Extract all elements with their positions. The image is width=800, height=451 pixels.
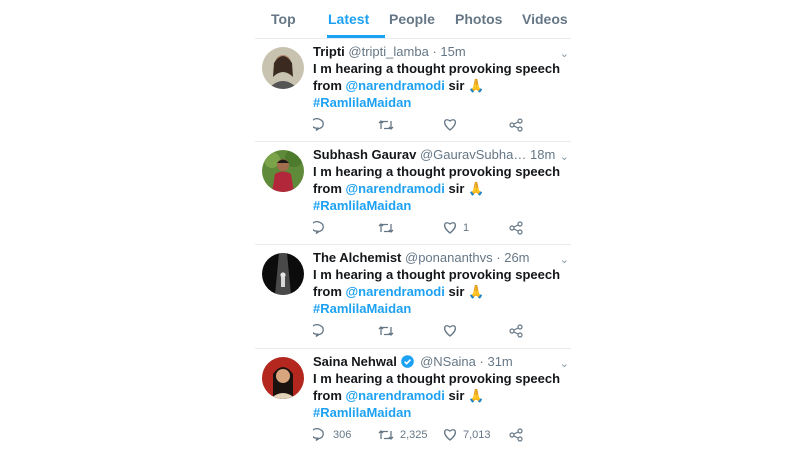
share-icon	[509, 221, 523, 235]
tweet-card[interactable]: Subhash Gaurav @GauravSubha… 18m ⌄ I m h…	[255, 141, 571, 245]
reply-button[interactable]	[313, 324, 333, 338]
author-handle[interactable]: @NSaina	[420, 354, 476, 369]
share-icon	[509, 118, 523, 132]
tweet-time[interactable]: · 26m	[496, 250, 529, 265]
tweet-actions: 306 2,325 7,013	[313, 428, 533, 444]
retweet-button[interactable]: 2,325	[378, 428, 428, 442]
like-button[interactable]: 7,013	[443, 428, 491, 441]
tweet-card[interactable]: Tripti @tripti_lamba · 15m ⌄ I m hearing…	[255, 38, 571, 142]
tweet-text: I m hearing a thought provoking speech f…	[313, 370, 563, 421]
share-button[interactable]	[509, 428, 523, 442]
avatar[interactable]	[262, 47, 304, 89]
author-name[interactable]: Tripti	[313, 44, 345, 59]
reply-icon	[313, 428, 324, 442]
retweet-icon	[378, 430, 394, 440]
chevron-down-icon[interactable]: ⌄	[560, 357, 569, 370]
tab-bar: Top Latest People Photos Videos	[255, 0, 571, 39]
retweet-button[interactable]	[378, 221, 400, 235]
heart-icon	[444, 325, 456, 337]
like-button[interactable]	[443, 324, 463, 337]
retweet-count: 2,325	[400, 429, 428, 441]
reply-icon	[313, 324, 324, 338]
like-count: 1	[463, 221, 470, 234]
reply-button[interactable]	[313, 221, 333, 235]
tweet-time[interactable]: 18m	[530, 147, 555, 162]
retweet-icon	[378, 120, 394, 130]
tweet-time[interactable]: · 31m	[480, 354, 513, 369]
tweet-header: Subhash Gaurav @GauravSubha… 18m	[313, 147, 563, 162]
hashtag-link[interactable]: #RamlilaMaidan	[313, 95, 411, 110]
retweet-button[interactable]	[378, 324, 400, 338]
verified-badge-icon	[401, 355, 415, 368]
tab-people[interactable]: People	[389, 11, 435, 27]
tweet-actions	[313, 118, 533, 134]
hashtag-link[interactable]: #RamlilaMaidan	[313, 301, 411, 316]
author-handle[interactable]: @ponananthvs	[405, 250, 493, 265]
mention-link[interactable]: @narendramodi	[346, 78, 445, 93]
tweet-text-part: sir 🙏	[444, 388, 485, 403]
share-button[interactable]	[509, 324, 523, 338]
hashtag-link[interactable]: #RamlilaMaidan	[313, 405, 411, 420]
share-button[interactable]	[509, 221, 523, 235]
heart-icon	[444, 429, 456, 441]
retweet-icon	[378, 223, 394, 233]
avatar[interactable]	[262, 253, 304, 295]
reply-button[interactable]	[313, 118, 333, 132]
tweet-text: I m hearing a thought provoking speech f…	[313, 60, 563, 111]
tweet-text: I m hearing a thought provoking speech f…	[313, 266, 563, 317]
author-name[interactable]: Saina Nehwal	[313, 354, 397, 369]
mention-link[interactable]: @narendramodi	[346, 284, 445, 299]
share-button[interactable]	[509, 118, 523, 132]
mention-link[interactable]: @narendramodi	[346, 388, 445, 403]
search-results-column: Top Latest People Photos Videos Tripti @…	[255, 0, 571, 451]
author-handle[interactable]: @tripti_lamba	[348, 44, 428, 59]
tweet-card[interactable]: Saina Nehwal @NSaina · 31m ⌄ I m hearing…	[255, 348, 571, 451]
tweet-text: I m hearing a thought provoking speech f…	[313, 163, 563, 214]
tweet-card[interactable]: The Alchemist @ponananthvs · 26m ⌄ I m h…	[255, 244, 571, 349]
author-handle[interactable]: @GauravSubha…	[420, 147, 526, 162]
retweet-icon	[378, 326, 394, 336]
tab-top[interactable]: Top	[271, 11, 296, 27]
tweet-header: Tripti @tripti_lamba · 15m	[313, 44, 563, 59]
tab-latest[interactable]: Latest	[328, 11, 369, 27]
reply-icon	[313, 118, 324, 132]
tweet-header: Saina Nehwal @NSaina · 31m	[313, 354, 563, 369]
tweet-time[interactable]: · 15m	[432, 44, 465, 59]
tweet-text-part: sir 🙏	[444, 181, 485, 196]
reply-count: 306	[333, 429, 352, 441]
tweet-text-part: sir 🙏	[444, 78, 485, 93]
author-name[interactable]: The Alchemist	[313, 250, 401, 265]
like-button[interactable]: 1	[443, 221, 469, 234]
hashtag-link[interactable]: #RamlilaMaidan	[313, 198, 411, 213]
tweet-header: The Alchemist @ponananthvs · 26m	[313, 250, 563, 265]
tab-videos[interactable]: Videos	[522, 11, 568, 27]
tweet-actions: 1	[313, 221, 533, 237]
mention-link[interactable]: @narendramodi	[346, 181, 445, 196]
chevron-down-icon[interactable]: ⌄	[560, 150, 569, 163]
chevron-down-icon[interactable]: ⌄	[560, 47, 569, 60]
share-icon	[509, 324, 523, 338]
reply-button[interactable]: 306	[313, 428, 351, 442]
reply-icon	[313, 221, 324, 235]
heart-icon	[444, 119, 456, 131]
share-icon	[509, 428, 523, 442]
avatar[interactable]	[262, 150, 304, 192]
tweet-text-part: sir 🙏	[444, 284, 485, 299]
tab-photos[interactable]: Photos	[455, 11, 502, 27]
retweet-button[interactable]	[378, 118, 400, 132]
chevron-down-icon[interactable]: ⌄	[560, 253, 569, 266]
avatar[interactable]	[262, 357, 304, 399]
author-name[interactable]: Subhash Gaurav	[313, 147, 416, 162]
heart-icon	[444, 222, 456, 234]
like-count: 7,013	[463, 428, 491, 441]
like-button[interactable]	[443, 118, 463, 131]
tweet-actions	[313, 324, 533, 340]
